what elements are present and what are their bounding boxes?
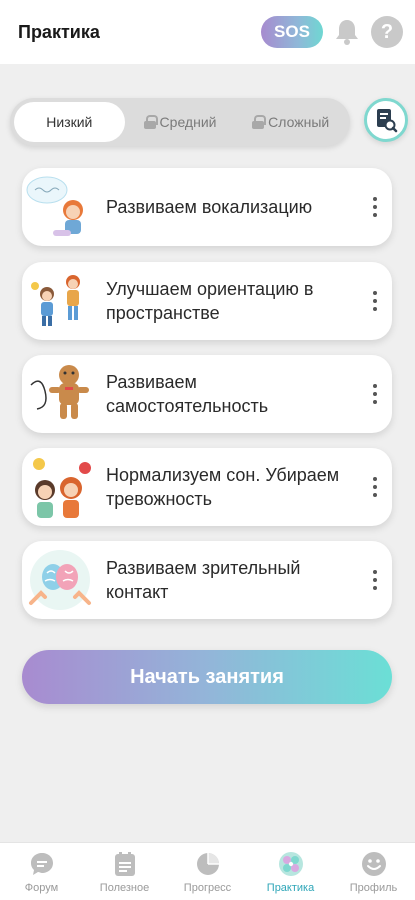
app-header: Практика SOS ? bbox=[0, 0, 415, 64]
calm-kids-illustration bbox=[22, 449, 98, 525]
level-hard[interactable]: Сложный bbox=[235, 102, 346, 142]
progress-icon bbox=[196, 852, 219, 875]
brain-hands-illustration bbox=[22, 542, 98, 618]
bell-icon[interactable] bbox=[331, 16, 363, 48]
lock-icon bbox=[143, 115, 158, 129]
card-label: Развиваем самостоятельность bbox=[106, 372, 269, 416]
sos-button[interactable]: SOS bbox=[261, 16, 323, 48]
level-hard-label: Сложный bbox=[268, 114, 330, 130]
tab-useful[interactable]: Полезное bbox=[83, 843, 166, 900]
tab-label: Полезное bbox=[99, 881, 150, 894]
practice-icon bbox=[278, 851, 303, 876]
practice-card[interactable]: Развиваем вокализацию bbox=[22, 168, 392, 246]
forum-icon bbox=[30, 852, 53, 875]
profile-icon bbox=[361, 851, 386, 876]
help-button[interactable]: ? bbox=[371, 16, 403, 48]
girl-singing-illustration bbox=[22, 169, 98, 245]
practice-card[interactable]: Нормализуем сон. Убираем тревожность bbox=[22, 448, 392, 526]
practice-card[interactable]: Улучшаем ориентацию в пространстве bbox=[22, 262, 392, 340]
tab-progress[interactable]: Прогресс bbox=[166, 843, 249, 900]
header-actions: SOS ? bbox=[261, 16, 403, 48]
practice-card[interactable]: Развиваем самостоятельность bbox=[22, 355, 392, 433]
start-lessons-button[interactable]: Начать занятия bbox=[22, 650, 392, 704]
card-label: Развиваем вокализацию bbox=[106, 197, 313, 217]
practice-card[interactable]: Развиваем зрительный контакт bbox=[22, 541, 392, 619]
kids-playing-illustration bbox=[22, 263, 98, 339]
more-vert-icon[interactable] bbox=[358, 462, 392, 512]
document-search-icon bbox=[377, 109, 398, 133]
level-low-label: Низкий bbox=[46, 114, 93, 130]
card-label: Нормализуем сон. Убираем тревожность bbox=[106, 465, 340, 509]
card-label: Развиваем зрительный контакт bbox=[106, 558, 301, 602]
document-search-button[interactable] bbox=[364, 98, 408, 142]
difficulty-selector: Низкий Средний Сложный bbox=[10, 98, 350, 146]
level-low[interactable]: Низкий bbox=[14, 102, 125, 142]
useful-icon bbox=[114, 851, 135, 876]
tab-practice[interactable]: Практика bbox=[249, 843, 332, 900]
page-title: Практика bbox=[18, 21, 100, 42]
level-medium[interactable]: Средний bbox=[125, 102, 236, 142]
gingerbread-illustration bbox=[22, 356, 98, 432]
tab-label: Прогресс bbox=[183, 881, 232, 894]
bottom-tab-bar: Форум Полезное Прогресс Практика Профиль bbox=[0, 842, 415, 900]
tab-label: Форум bbox=[24, 881, 59, 894]
tab-forum[interactable]: Форум bbox=[0, 843, 83, 900]
more-vert-icon[interactable] bbox=[358, 555, 392, 605]
tab-label: Профиль bbox=[349, 881, 398, 894]
level-medium-label: Средний bbox=[159, 114, 217, 130]
more-vert-icon[interactable] bbox=[358, 369, 392, 419]
more-vert-icon[interactable] bbox=[358, 182, 392, 232]
more-vert-icon[interactable] bbox=[358, 276, 392, 326]
tab-profile[interactable]: Профиль bbox=[332, 843, 415, 900]
lock-icon bbox=[252, 115, 267, 129]
tab-label: Практика bbox=[266, 881, 315, 894]
card-label: Улучшаем ориентацию в пространстве bbox=[106, 279, 314, 323]
